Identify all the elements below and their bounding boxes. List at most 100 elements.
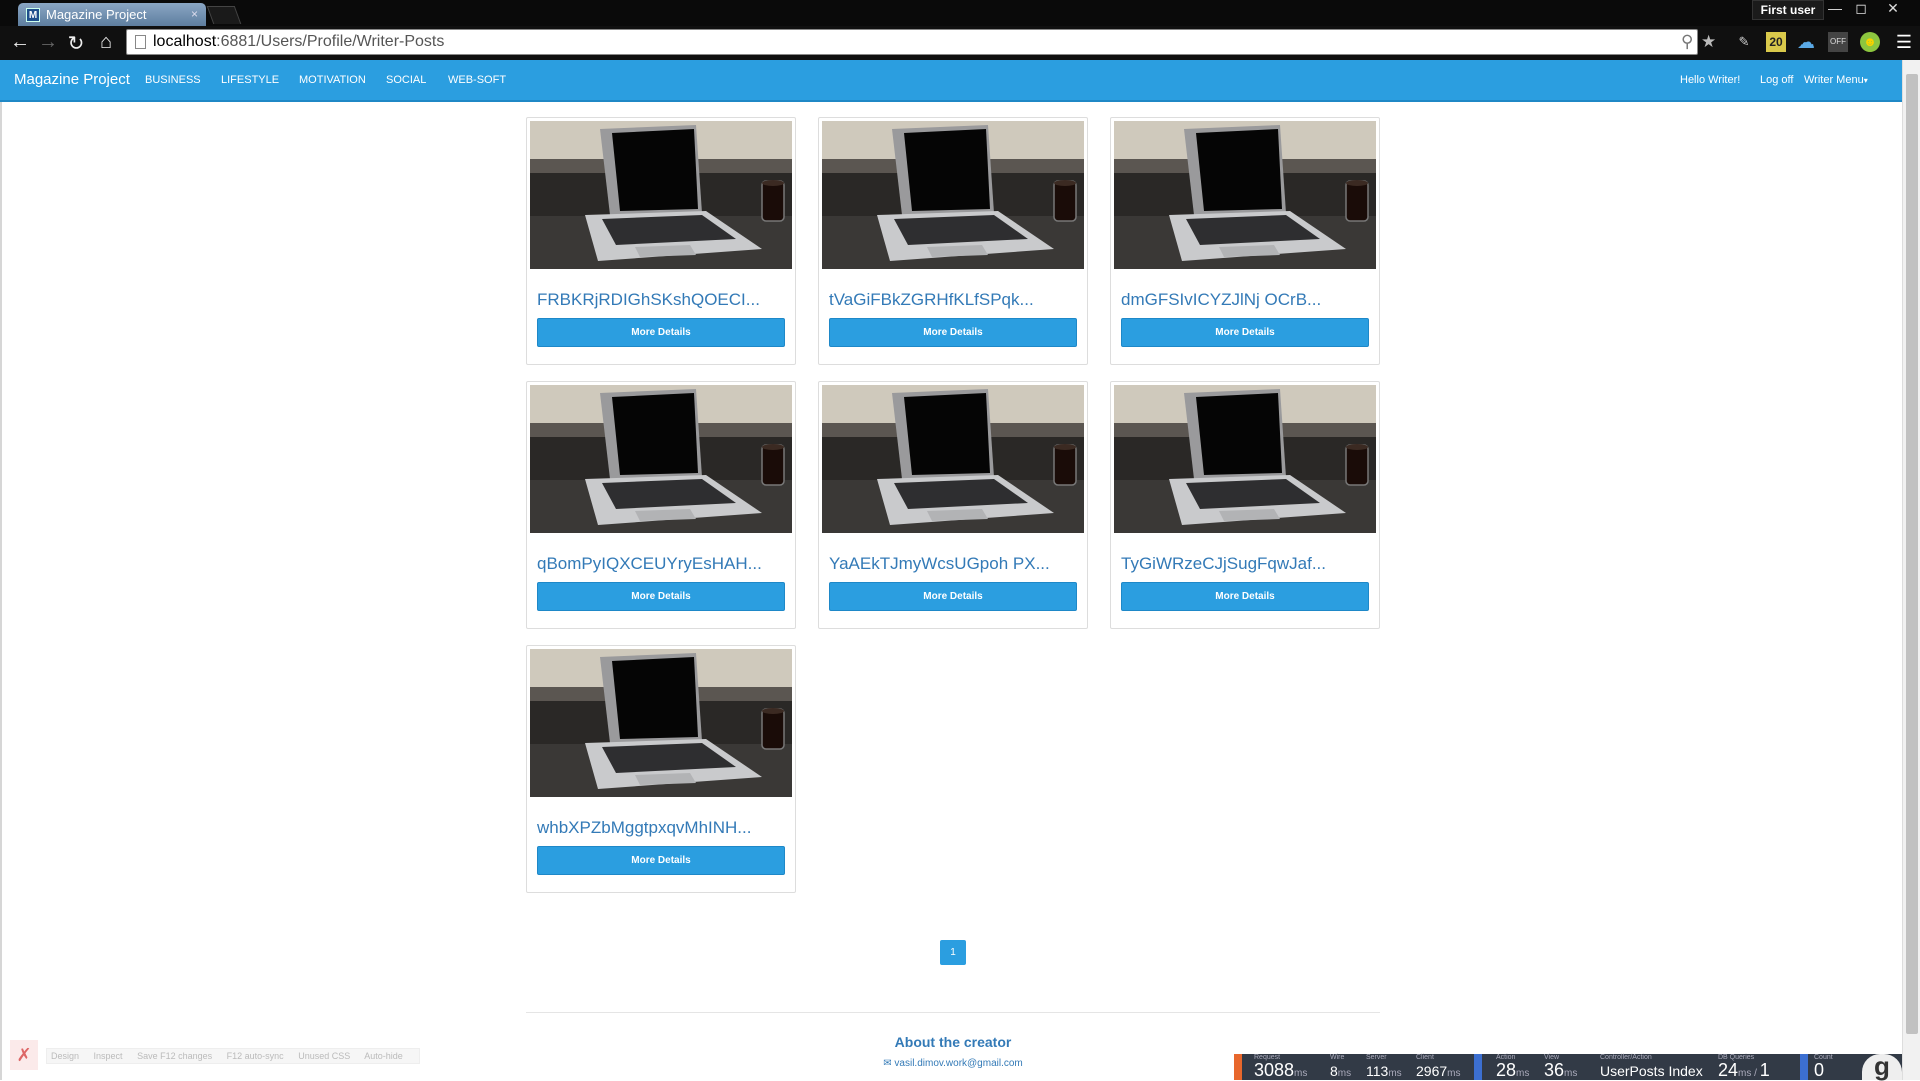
post-card: qBomPyIQXCEUYryEsHAH... More Details [526, 381, 796, 629]
server-value[interactable]: 113ms [1366, 1063, 1402, 1079]
smiley-extension-icon[interactable]: ☻ [1860, 32, 1880, 52]
bl-save[interactable]: Save F12 changes [137, 1051, 212, 1061]
bl-design[interactable]: Design [51, 1051, 79, 1061]
more-details-button[interactable]: More Details [1121, 318, 1369, 347]
nav-motivation[interactable]: MOTIVATION [299, 74, 366, 86]
about-creator-heading: About the creator [894, 1034, 1012, 1050]
post-title-link[interactable]: TyGiWRzeCJjSugFqwJaf... [1121, 554, 1371, 574]
client-unit: ms [1447, 1068, 1461, 1079]
laptop-photo[interactable] [1114, 385, 1376, 533]
post-title-link[interactable]: FRBKRjRDIGhSKshQOECI... [537, 290, 787, 310]
address-bar[interactable]: localhost:6881/Users/Profile/Writer-Post… [126, 29, 1716, 55]
controller-value[interactable]: UserPosts Index [1600, 1063, 1703, 1079]
bl-autosync[interactable]: F12 auto-sync [227, 1051, 284, 1061]
more-details-button[interactable]: More Details [829, 318, 1077, 347]
db-count: 1 [1759, 1060, 1770, 1080]
view-unit: ms [1564, 1068, 1578, 1079]
writer-menu-dropdown[interactable]: Writer Menu▾ [1804, 74, 1868, 86]
client-label: Client [1416, 1054, 1434, 1061]
page-icon [135, 35, 146, 49]
client-number: 2967 [1416, 1063, 1448, 1079]
creator-email-text: vasil.dimov.work@gmail.com [894, 1058, 1023, 1069]
post-title-link[interactable]: tVaGiFBkZGRHfKLfSPqk... [829, 290, 1079, 310]
post-card: whbXPZbMggtpxqvMhINH... More Details [526, 645, 796, 893]
bl-unused-css[interactable]: Unused CSS [298, 1051, 350, 1061]
visual-studio-logo-icon[interactable]: ✗ [10, 1040, 38, 1070]
view-value[interactable]: 36ms [1544, 1060, 1577, 1081]
page-1-button[interactable]: 1 [940, 940, 966, 965]
profile-button[interactable]: First user [1752, 0, 1824, 20]
home-icon[interactable]: ⌂ [94, 31, 118, 54]
laptop-photo[interactable] [822, 121, 1084, 269]
post-card: TyGiWRzeCJjSugFqwJaf... More Details [1110, 381, 1380, 629]
post-title-link[interactable]: qBomPyIQXCEUYryEsHAH... [537, 554, 787, 574]
scrollbar-thumb[interactable] [1906, 74, 1918, 1034]
brand-link[interactable]: Magazine Project [14, 71, 130, 88]
more-details-button[interactable]: More Details [537, 846, 785, 875]
more-details-button[interactable]: More Details [829, 582, 1077, 611]
page-scrollbar[interactable] [1902, 60, 1920, 1080]
bl-inspect[interactable]: Inspect [94, 1051, 123, 1061]
action-unit: ms [1516, 1068, 1530, 1079]
server-number: 113 [1366, 1063, 1389, 1079]
more-details-button[interactable]: More Details [1121, 582, 1369, 611]
request-value[interactable]: 3088ms [1254, 1060, 1307, 1081]
browser-tab[interactable]: M Magazine Project × [18, 3, 206, 26]
close-window-icon[interactable]: ✕ [1880, 0, 1906, 17]
wire-value[interactable]: 8ms [1330, 1063, 1351, 1079]
action-number: 28 [1496, 1060, 1517, 1080]
view-number: 36 [1544, 1060, 1565, 1080]
badge-extension-icon[interactable]: 20 [1766, 32, 1786, 52]
db-value[interactable]: 24ms / 1 [1718, 1060, 1770, 1081]
restore-icon[interactable]: ◻ [1848, 0, 1874, 17]
db-number: 24 [1718, 1060, 1739, 1080]
wire-label: Wire [1330, 1054, 1345, 1061]
off-extension-icon[interactable]: OFF [1828, 32, 1848, 52]
action-value[interactable]: 28ms [1496, 1060, 1529, 1081]
laptop-photo[interactable] [530, 649, 792, 797]
browser-link-items: Design Inspect Save F12 changes F12 auto… [46, 1048, 420, 1064]
laptop-photo[interactable] [530, 121, 792, 269]
laptop-photo[interactable] [822, 385, 1084, 533]
caret-down-icon: ▾ [1863, 76, 1868, 85]
db-unit: ms [1738, 1068, 1752, 1079]
nav-social[interactable]: SOCIAL [386, 74, 426, 86]
site-favicon-icon: M [26, 8, 40, 22]
site-navbar: Magazine Project BUSINESS LIFESTYLE MOTI… [0, 60, 1902, 102]
glimpse-logo-icon[interactable]: g [1862, 1053, 1902, 1080]
browser-toolbar: ← → ↻ ⌂ localhost:6881/Users/Profile/Wri… [0, 26, 1920, 60]
left-border [0, 102, 2, 1080]
client-value[interactable]: 2967ms [1416, 1063, 1461, 1079]
nav-web-soft[interactable]: WEB-SOFT [448, 74, 506, 86]
post-title-link[interactable]: dmGFSIvICYZJlNj OCrB... [1121, 290, 1371, 310]
forward-arrow-icon[interactable]: → [36, 31, 60, 54]
greeting-link[interactable]: Hello Writer! [1680, 74, 1740, 86]
browser-titlebar: M Magazine Project × First user — ◻ ✕ [0, 0, 1920, 26]
minimize-icon[interactable]: — [1822, 0, 1848, 16]
url-host: localhost [153, 33, 217, 50]
http-section-marker [1234, 1054, 1242, 1080]
more-details-button[interactable]: More Details [537, 582, 785, 611]
more-details-button[interactable]: More Details [537, 318, 785, 347]
post-title-link[interactable]: YaAEkTJmyWcsUGpoh PX... [829, 554, 1079, 574]
bookmark-star-icon[interactable]: ★ [1701, 32, 1716, 52]
menu-icon[interactable]: ☰ [1894, 32, 1914, 52]
laptop-photo[interactable] [530, 385, 792, 533]
footer-divider [526, 1012, 1380, 1013]
cloud-extension-icon[interactable]: ☁ [1796, 32, 1816, 52]
ajax-value[interactable]: 0 [1814, 1060, 1824, 1081]
tab-close-icon[interactable]: × [191, 7, 198, 21]
back-arrow-icon[interactable]: ← [8, 31, 32, 54]
bl-autohide[interactable]: Auto-hide [364, 1051, 403, 1061]
nav-lifestyle[interactable]: LIFESTYLE [221, 74, 279, 86]
laptop-photo[interactable] [1114, 121, 1376, 269]
logoff-link[interactable]: Log off [1760, 74, 1793, 86]
nav-business[interactable]: BUSINESS [145, 74, 201, 86]
search-icon[interactable]: ⚲ [1681, 32, 1693, 52]
pencil-extension-icon[interactable]: ✎ [1734, 32, 1754, 52]
reload-icon[interactable]: ↻ [64, 31, 88, 56]
new-tab-button[interactable] [206, 6, 242, 24]
wire-number: 8 [1330, 1063, 1338, 1079]
post-card: tVaGiFBkZGRHfKLfSPqk... More Details [818, 117, 1088, 365]
post-title-link[interactable]: whbXPZbMggtpxqvMhINH... [537, 818, 787, 838]
